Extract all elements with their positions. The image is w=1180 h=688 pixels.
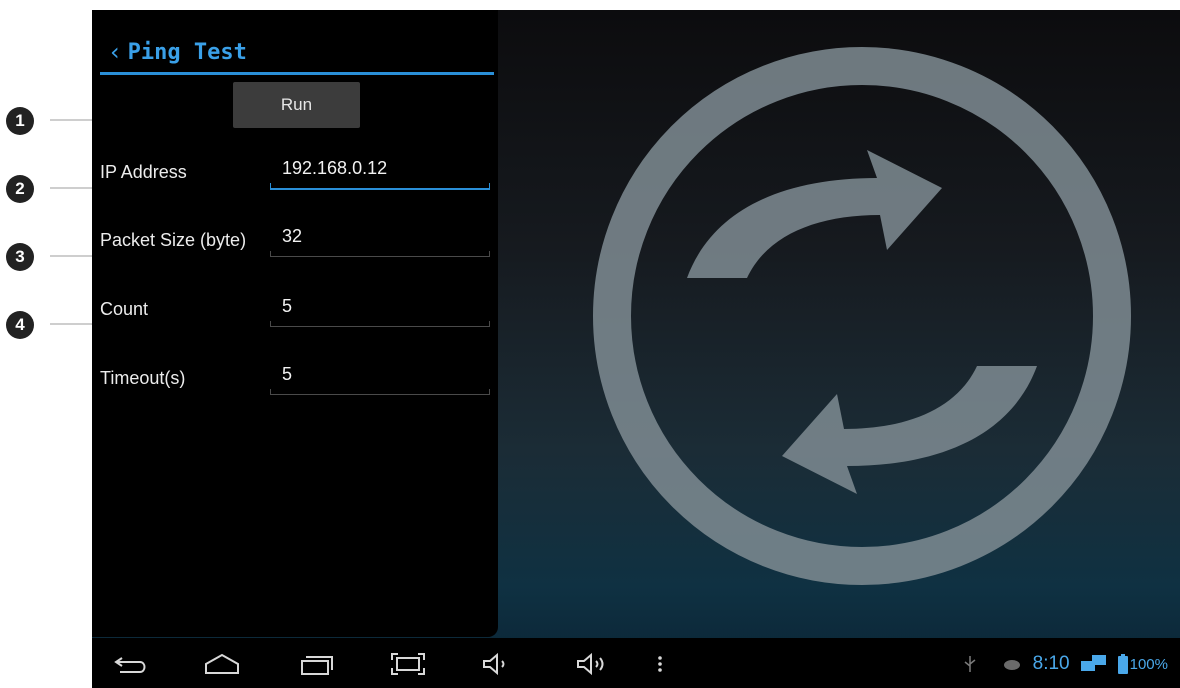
debug-icon xyxy=(1003,660,1020,670)
recent-apps-icon[interactable] xyxy=(296,648,336,680)
ip-address-value: 192.168.0.12 xyxy=(282,158,388,178)
timeout-field[interactable]: 5 xyxy=(270,360,490,395)
status-area[interactable]: 8:10 100% xyxy=(963,648,1168,680)
count-field[interactable]: 5 xyxy=(270,292,490,327)
home-icon[interactable] xyxy=(202,648,242,680)
back-icon[interactable] xyxy=(112,648,152,680)
ping-test-panel: ‹ Ping Test Run IP Address 192.168.0.12 … xyxy=(92,10,498,637)
callout-2: 2 xyxy=(6,175,34,203)
device-screen: ‹ Ping Test Run IP Address 192.168.0.12 … xyxy=(92,10,1180,688)
title-bar[interactable]: ‹ Ping Test xyxy=(100,32,494,75)
callout-1: 1 xyxy=(6,107,34,135)
sync-logo-icon xyxy=(593,47,1131,585)
run-button[interactable]: Run xyxy=(233,82,360,128)
packet-size-value: 32 xyxy=(282,226,303,246)
menu-icon[interactable] xyxy=(640,648,680,680)
battery-icon xyxy=(1117,654,1128,674)
ip-address-label: IP Address xyxy=(100,162,187,182)
page-title: Ping Test xyxy=(127,39,247,65)
system-nav-bar: 8:10 100% xyxy=(92,638,1180,688)
volume-up-icon[interactable] xyxy=(572,648,612,680)
count-label: Count xyxy=(100,299,149,319)
battery-percent: 100% xyxy=(1129,655,1168,673)
screenshot-icon[interactable] xyxy=(388,648,428,680)
volume-down-icon[interactable] xyxy=(478,648,518,680)
ip-address-field[interactable]: 192.168.0.12 xyxy=(270,154,490,190)
timeout-value: 5 xyxy=(282,364,293,384)
status-time: 8:10 xyxy=(1032,653,1070,674)
callout-4: 4 xyxy=(6,311,34,339)
callout-3: 3 xyxy=(6,243,34,271)
timeout-label: Timeout(s) xyxy=(100,368,186,388)
usb-icon xyxy=(964,656,976,672)
chevron-left-icon[interactable]: ‹ xyxy=(110,40,120,64)
packet-size-field[interactable]: 32 xyxy=(270,222,490,257)
packet-size-label: Packet Size (byte) xyxy=(100,230,247,250)
count-value: 5 xyxy=(282,296,293,316)
network-icon xyxy=(1080,655,1106,671)
